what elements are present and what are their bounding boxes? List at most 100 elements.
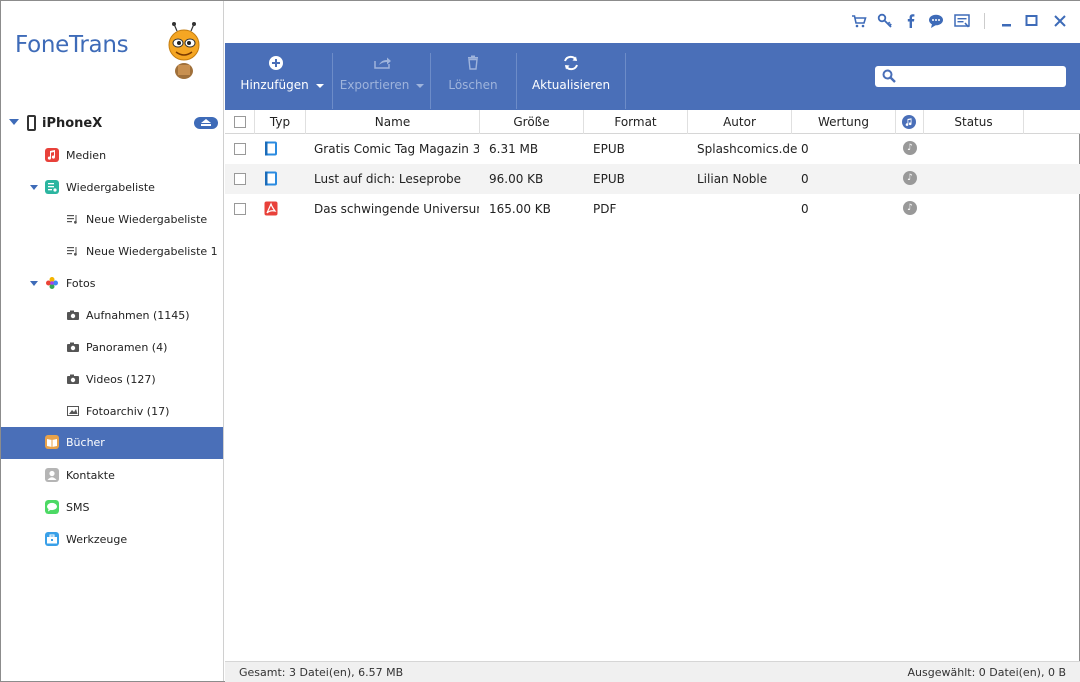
sms-icon bbox=[45, 500, 59, 514]
row-checkbox[interactable] bbox=[234, 173, 246, 185]
epub-book-icon bbox=[265, 141, 277, 156]
cell-size: 6.31 MB bbox=[489, 142, 539, 156]
refresh-button-label: Aktualisieren bbox=[531, 78, 611, 92]
app-window: FoneTrans iPhoneX Medien Wiedergabeliste… bbox=[0, 0, 1080, 682]
column-header-itunes[interactable] bbox=[896, 110, 924, 134]
sidebar-item-neue-wiedergabeliste[interactable]: Neue Wiedergabeliste bbox=[1, 204, 223, 236]
export-icon bbox=[374, 57, 391, 69]
cell-name: Das schwingende Universum bbox=[314, 202, 479, 216]
photos-flower-icon bbox=[46, 277, 58, 289]
toolbox-icon bbox=[45, 532, 59, 546]
column-header-author[interactable]: Autor bbox=[688, 110, 792, 134]
dropdown-arrow-icon bbox=[416, 83, 425, 88]
sidebar-item-label: Bücher bbox=[66, 436, 105, 449]
sidebar-item-label: Medien bbox=[66, 149, 107, 162]
sidebar-item-label: Neue Wiedergabeliste 1 bbox=[86, 245, 218, 258]
sidebar-item-label: Fotos bbox=[66, 277, 96, 290]
eject-icon[interactable] bbox=[194, 117, 218, 129]
toolbar: Hinzufügen Exportieren Löschen Aktualisi… bbox=[225, 43, 1080, 110]
search-input[interactable] bbox=[901, 68, 1061, 85]
chat-icon[interactable] bbox=[928, 13, 944, 29]
add-button-label: Hinzufügen bbox=[240, 78, 309, 92]
sidebar-item-buecher[interactable]: Bücher bbox=[1, 427, 223, 459]
sidebar-item-videos[interactable]: Videos (127) bbox=[1, 364, 223, 396]
row-checkbox[interactable] bbox=[234, 203, 246, 215]
expand-arrow-icon[interactable] bbox=[30, 185, 38, 190]
device-row[interactable]: iPhoneX bbox=[1, 111, 223, 135]
sidebar-item-fotoarchiv[interactable]: Fotoarchiv (17) bbox=[1, 396, 223, 428]
status-selected: Ausgewählt: 0 Datei(en), 0 B bbox=[907, 666, 1066, 679]
add-circle-icon bbox=[269, 56, 283, 70]
table-row[interactable]: Gratis Comic Tag Magazin 3/… 6.31 MB EPU… bbox=[225, 134, 1080, 164]
refresh-button[interactable]: Aktualisieren bbox=[525, 43, 617, 110]
trash-icon bbox=[468, 55, 478, 70]
sidebar-item-label: Wiedergabeliste bbox=[66, 181, 155, 194]
cell-rating: 0 bbox=[801, 142, 809, 156]
sidebar-item-label: SMS bbox=[66, 501, 90, 514]
photo-archive-icon bbox=[67, 406, 79, 416]
sidebar-item-kontakte[interactable]: Kontakte bbox=[1, 460, 223, 492]
sidebar-item-label: Fotoarchiv (17) bbox=[86, 405, 170, 418]
row-checkbox[interactable] bbox=[234, 143, 246, 155]
sidebar-item-sms[interactable]: SMS bbox=[1, 492, 223, 524]
toolbar-separator bbox=[332, 53, 333, 109]
column-header-type[interactable]: Typ bbox=[255, 110, 306, 134]
dropdown-arrow-icon bbox=[315, 83, 324, 88]
sidebar-item-werkzeuge[interactable]: Werkzeuge bbox=[1, 524, 223, 556]
expand-arrow-icon[interactable] bbox=[30, 281, 38, 286]
cell-rating: 0 bbox=[801, 202, 809, 216]
maximize-icon[interactable] bbox=[1024, 13, 1040, 29]
status-bar: Gesamt: 3 Datei(en), 6.57 MB Ausgewählt:… bbox=[225, 661, 1080, 682]
cell-rating: 0 bbox=[801, 172, 809, 186]
table-row[interactable]: Lust auf dich: Leseprobe 96.00 KB EPUB L… bbox=[225, 164, 1080, 194]
cell-size: 96.00 KB bbox=[489, 172, 544, 186]
cell-format: EPUB bbox=[593, 172, 625, 186]
cell-author: Splashcomics.de bbox=[697, 142, 798, 156]
minimize-icon[interactable] bbox=[999, 13, 1015, 29]
column-header-status[interactable]: Status bbox=[924, 110, 1024, 134]
column-header-name[interactable]: Name bbox=[306, 110, 480, 134]
column-header-size[interactable]: Größe bbox=[480, 110, 584, 134]
contacts-icon bbox=[45, 468, 59, 482]
sidebar-item-label: Kontakte bbox=[66, 469, 115, 482]
sidebar-item-medien[interactable]: Medien bbox=[1, 140, 223, 172]
status-total: Gesamt: 3 Datei(en), 6.57 MB bbox=[239, 666, 404, 679]
export-button[interactable]: Exportieren bbox=[337, 43, 427, 110]
iphone-icon bbox=[27, 115, 36, 131]
select-all-cell bbox=[225, 110, 255, 134]
export-button-label: Exportieren bbox=[339, 78, 410, 92]
epub-book-icon bbox=[265, 171, 277, 186]
sidebar-item-fotos[interactable]: Fotos bbox=[1, 268, 223, 300]
add-button[interactable]: Hinzufügen bbox=[239, 43, 325, 110]
sidebar-item-neue-wiedergabeliste-1[interactable]: Neue Wiedergabeliste 1 bbox=[1, 236, 223, 268]
collapse-arrow-icon[interactable] bbox=[9, 119, 19, 125]
key-icon[interactable] bbox=[877, 13, 893, 29]
close-icon[interactable] bbox=[1052, 13, 1068, 29]
title-bar-separator bbox=[984, 13, 985, 29]
cart-icon[interactable] bbox=[851, 13, 867, 29]
title-bar bbox=[225, 1, 1080, 43]
device-name: iPhoneX bbox=[42, 116, 103, 131]
music-icon bbox=[45, 148, 59, 162]
facebook-icon[interactable] bbox=[903, 13, 919, 29]
sidebar-item-panoramen[interactable]: Panoramen (4) bbox=[1, 332, 223, 364]
column-header-rating[interactable]: Wertung bbox=[792, 110, 896, 134]
sidebar-item-aufnahmen[interactable]: Aufnahmen (1145) bbox=[1, 300, 223, 332]
cell-name: Gratis Comic Tag Magazin 3/… bbox=[314, 142, 479, 156]
column-header-format[interactable]: Format bbox=[584, 110, 688, 134]
select-all-checkbox[interactable] bbox=[234, 116, 246, 128]
books-icon bbox=[45, 435, 59, 449]
playlist-icon bbox=[45, 180, 59, 194]
table-row[interactable]: Das schwingende Universum 165.00 KB PDF … bbox=[225, 194, 1080, 224]
itunes-status-icon: ♪ bbox=[903, 201, 917, 215]
toolbar-separator bbox=[625, 53, 626, 109]
feedback-list-icon[interactable] bbox=[954, 13, 970, 29]
cell-size: 165.00 KB bbox=[489, 202, 551, 216]
delete-button[interactable]: Löschen bbox=[435, 43, 511, 110]
search-box[interactable] bbox=[875, 66, 1066, 87]
sidebar-item-label: Aufnahmen (1145) bbox=[86, 309, 190, 322]
cell-format: EPUB bbox=[593, 142, 625, 156]
cell-format: PDF bbox=[593, 202, 617, 216]
camera-icon bbox=[67, 374, 79, 384]
sidebar-item-wiedergabeliste[interactable]: Wiedergabeliste bbox=[1, 172, 223, 204]
